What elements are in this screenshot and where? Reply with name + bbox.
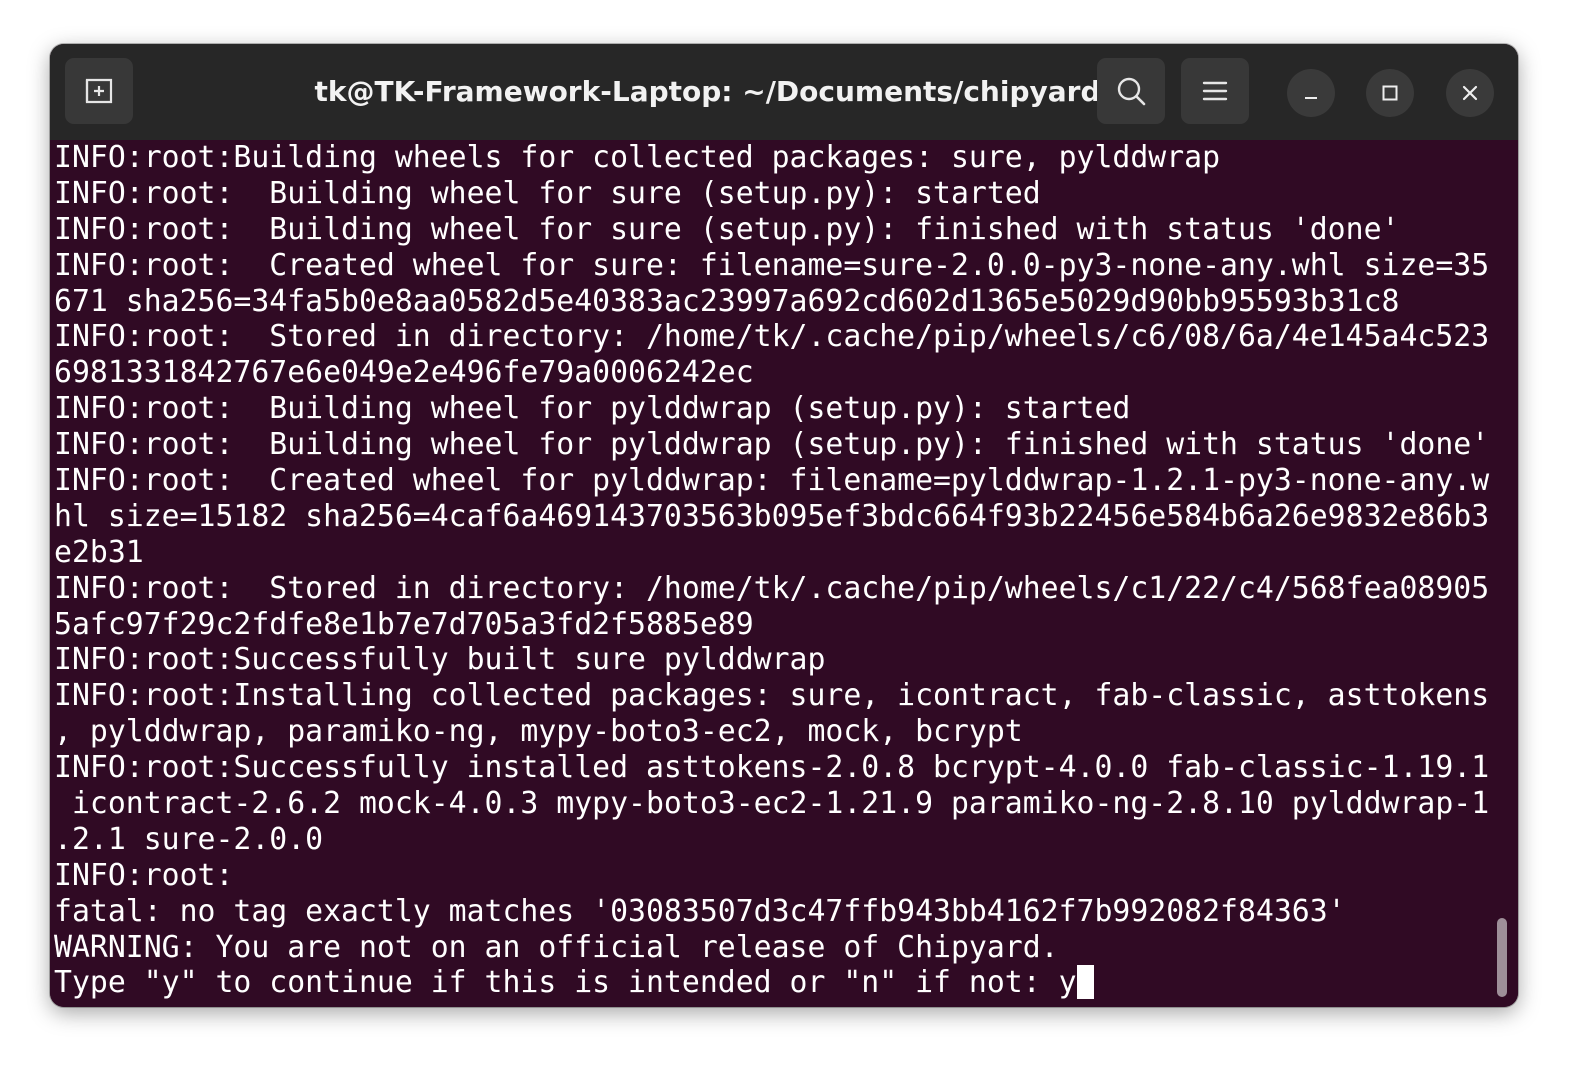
terminal-line: INFO:root: Building wheel for sure (setu… [54,211,1400,247]
terminal-line: INFO:root:Installing collected packages:… [54,678,1490,714]
minimize-button[interactable] [1287,69,1335,117]
maximize-icon [1382,85,1398,101]
terminal-line: INFO:root: Building wheel for pylddwrap … [54,391,1131,427]
terminal-line: 5afc97f29c2fdfe8e1b7e7d705a3fd2f5885e89 [54,606,754,642]
terminal-prompt-line[interactable]: Type "y" to continue if this is intended… [54,965,1494,1001]
terminal-line: INFO:root: [54,857,234,893]
terminal-line: , pylddwrap, paramiko-ng, mypy-boto3-ec2… [54,714,1023,750]
terminal-line: INFO:root: Stored in directory: /home/tk… [54,319,1490,355]
minimize-icon [1305,97,1317,99]
close-button[interactable] [1446,69,1494,117]
terminal-line: .2.1 sure-2.0.0 [54,821,324,857]
terminal-window: tk@TK-Framework-Laptop: ~/Documents/chip… [50,44,1518,1007]
maximize-button[interactable] [1366,69,1414,117]
terminal-line: INFO:root: Stored in directory: /home/tk… [54,570,1490,606]
new-tab-icon [85,78,113,104]
search-button[interactable] [1097,58,1165,124]
terminal-line: INFO:root:Building wheels for collected … [54,140,1221,175]
terminal-line: hl size=15182 sha256=4caf6a469143703563b… [54,498,1490,534]
terminal-line: INFO:root: Created wheel for pylddwrap: … [54,463,1490,499]
terminal-output: INFO:root:Building wheels for collected … [54,140,1494,1001]
terminal-line: fatal: no tag exactly matches '03083507d… [54,893,1346,929]
terminal-line: e2b31 [54,534,144,570]
terminal-line: INFO:root: Building wheel for sure (setu… [54,175,1041,211]
titlebar: tk@TK-Framework-Laptop: ~/Documents/chip… [50,44,1518,140]
terminal-line: INFO:root: Created wheel for sure: filen… [54,247,1490,283]
search-icon [1117,77,1146,106]
terminal-line: 671 sha256=34fa5b0e8aa0582d5e40383ac2399… [54,283,1400,319]
window-title: tk@TK-Framework-Laptop: ~/Documents/chip… [314,75,1101,108]
terminal-line: 6981331842767e6e049e2e496fe79a0006242ec [54,355,754,391]
menu-button[interactable] [1181,58,1249,124]
terminal-line: icontract-2.6.2 mock-4.0.3 mypy-boto3-ec… [54,786,1490,822]
text-cursor [1076,965,1094,1000]
terminal-line: WARNING: You are not on an official rele… [54,929,1059,965]
hamburger-menu-icon [1202,81,1228,101]
terminal-line: INFO:root:Successfully installed asttoke… [54,750,1490,786]
close-icon [1462,85,1478,101]
scrollbar-thumb[interactable] [1497,918,1507,997]
terminal-area[interactable]: INFO:root:Building wheels for collected … [50,140,1518,1007]
terminal-prompt-text: Type "y" to continue if this is intended… [54,965,1077,1001]
terminal-line: INFO:root:Successfully built sure pylddw… [54,642,826,678]
new-tab-button[interactable] [65,58,133,124]
terminal-line: INFO:root: Building wheel for pylddwrap … [54,427,1490,463]
